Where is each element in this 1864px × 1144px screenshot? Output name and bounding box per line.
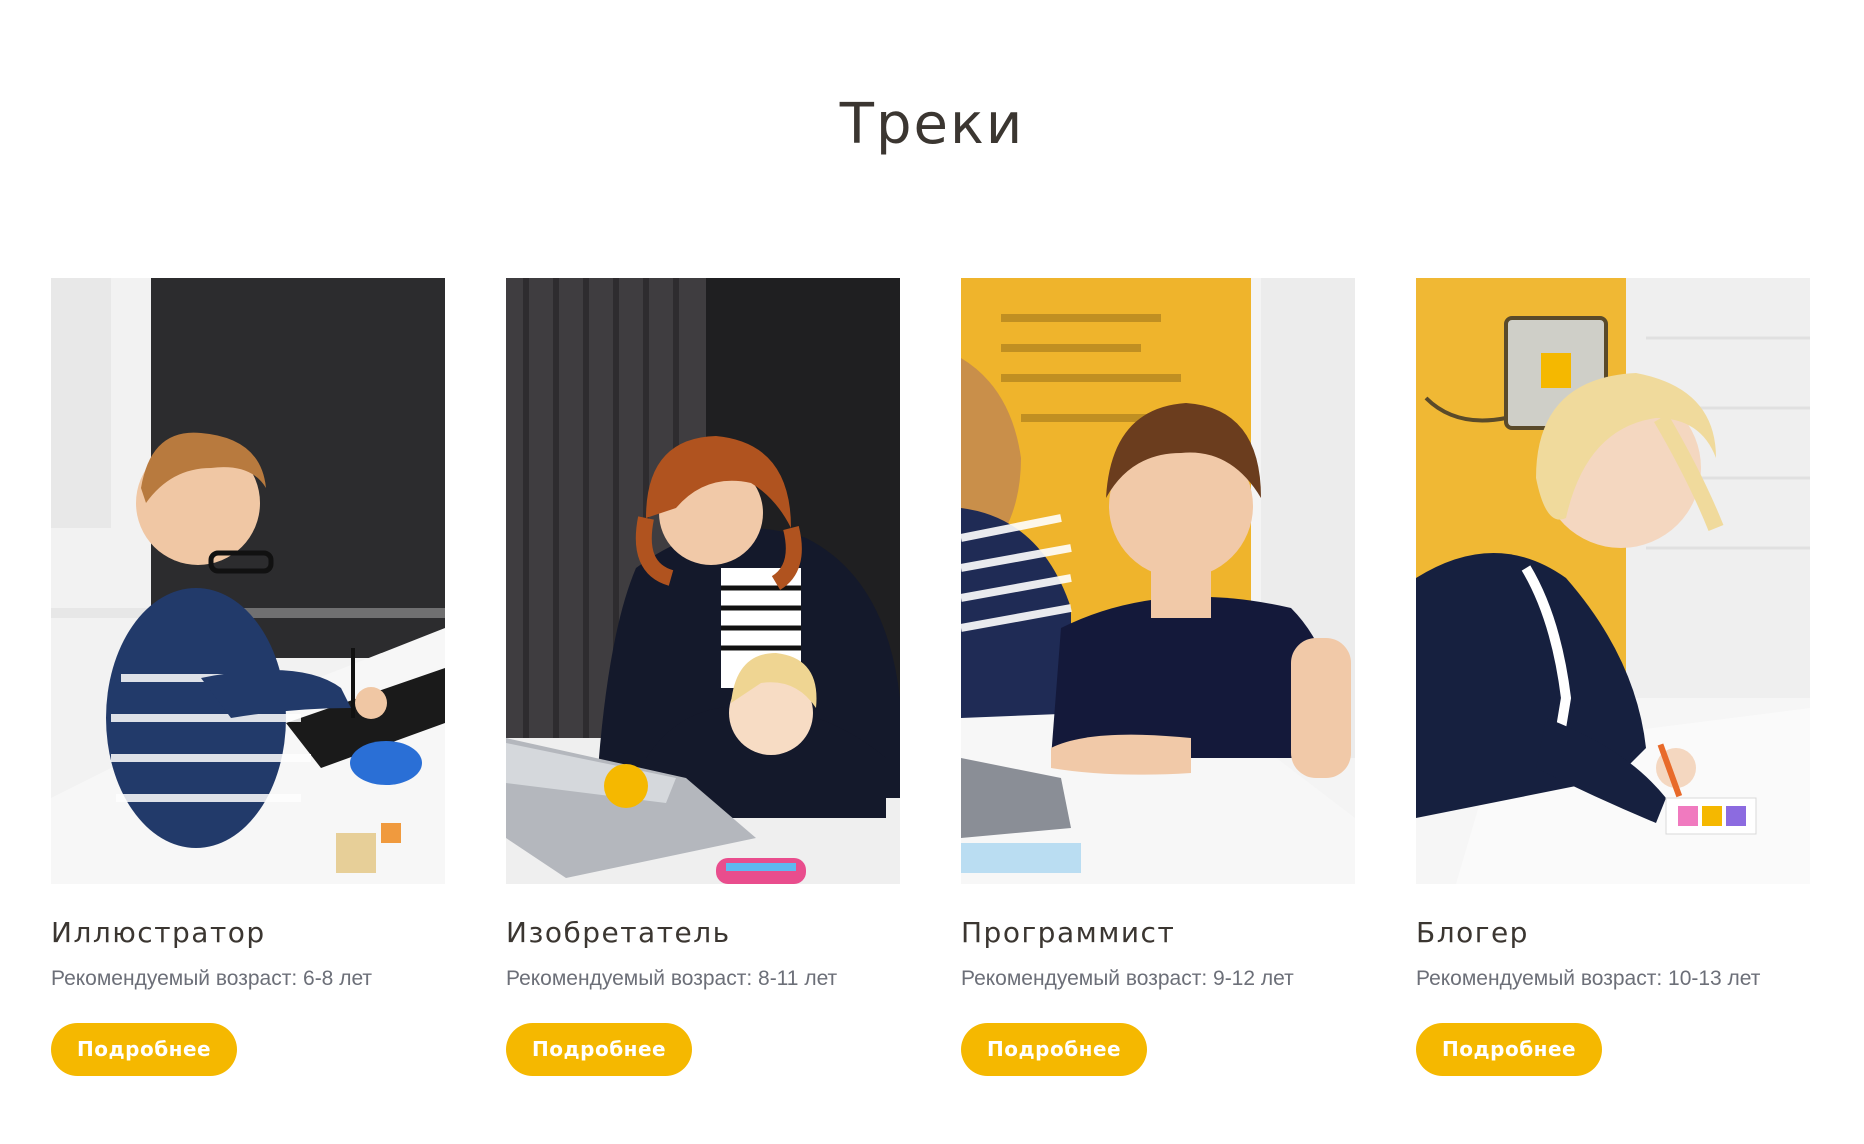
- track-title: Иллюстратор: [51, 916, 266, 949]
- track-photo: [961, 278, 1355, 884]
- track-title: Программист: [961, 916, 1176, 949]
- track-age: Рекомендуемый возраст: 8-11 лет: [506, 967, 838, 990]
- more-button[interactable]: Подробнее: [961, 1023, 1148, 1076]
- section-title: Треки: [839, 92, 1025, 157]
- more-button[interactable]: Подробнее: [506, 1023, 693, 1076]
- track-title: Блогер: [1416, 916, 1529, 949]
- more-button[interactable]: Подробнее: [1416, 1023, 1603, 1076]
- track-card-inventor: Изобретатель Рекомендуемый возраст: 8-11…: [506, 278, 900, 1076]
- track-age: Рекомендуемый возраст: 10-13 лет: [1416, 967, 1761, 990]
- track-card-illustrator: Иллюстратор Рекомендуемый возраст: 6-8 л…: [51, 278, 445, 1076]
- track-photo: [1416, 278, 1810, 884]
- track-age: Рекомендуемый возраст: 9-12 лет: [961, 967, 1294, 990]
- track-card-programmer: Программист Рекомендуемый возраст: 9-12 …: [961, 278, 1355, 1076]
- track-age: Рекомендуемый возраст: 6-8 лет: [51, 967, 373, 990]
- more-button[interactable]: Подробнее: [51, 1023, 238, 1076]
- track-title: Изобретатель: [506, 916, 731, 949]
- track-photo: [506, 278, 900, 884]
- track-photo: [51, 278, 445, 884]
- track-card-blogger: Блогер Рекомендуемый возраст: 10-13 лет …: [1416, 278, 1810, 1076]
